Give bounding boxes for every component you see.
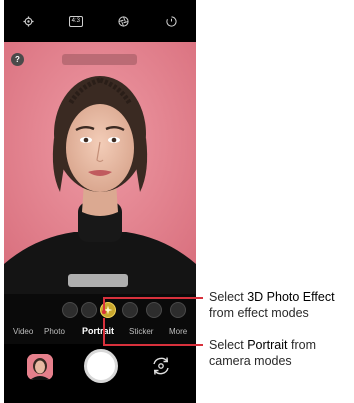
camera-mode-strip: Video Photo Portrait Sticker More [4,294,196,344]
effect-mode-2[interactable] [81,302,97,318]
blur-level-slider[interactable] [68,274,128,287]
camera-bottom-bar [4,344,196,403]
effect-hint-banner [62,54,137,65]
mode-video[interactable]: Video [13,327,33,336]
camera-top-bar: 4:3 [4,0,196,42]
mode-photo[interactable]: Photo [44,327,65,336]
effect-mode-4[interactable] [122,302,138,318]
portrait-thumbnail-illustration [27,354,53,380]
portrait-preview-illustration [4,42,196,294]
aspect-ratio-button[interactable]: 4:3 [68,15,83,27]
switch-camera-icon[interactable] [150,355,172,377]
callout-effect-line-vertical [103,297,105,311]
gear-icon[interactable] [20,13,36,29]
shutter-button[interactable] [84,349,118,383]
effect-mode-1[interactable] [62,302,78,318]
callout-effect-highlight: 3D Photo Effect [247,290,335,304]
camera-app: 4:3 ? Video Photo Portrait Sticker More [4,0,196,403]
gallery-thumbnail[interactable] [27,354,53,380]
mode-more[interactable]: More [169,327,187,336]
callout-mode-line-horizontal [103,344,203,346]
mode-sticker[interactable]: Sticker [129,327,153,336]
callout-mode-line-vertical [103,318,105,345]
callout-effect-text: Select 3D Photo Effect from effect modes [209,290,335,320]
help-button[interactable]: ? [11,53,24,66]
mode-portrait[interactable]: Portrait [82,326,114,336]
callout-mode-text: Select Portrait from camera modes [209,338,316,368]
aperture-icon[interactable] [115,13,131,29]
effect-mode-5[interactable] [146,302,162,318]
effect-mode-6[interactable] [170,302,186,318]
timer-icon[interactable] [164,13,180,29]
callout-effect-line-horizontal [103,297,203,299]
camera-viewfinder[interactable]: ? [4,42,196,294]
callout-mode-highlight: Portrait [247,338,288,352]
